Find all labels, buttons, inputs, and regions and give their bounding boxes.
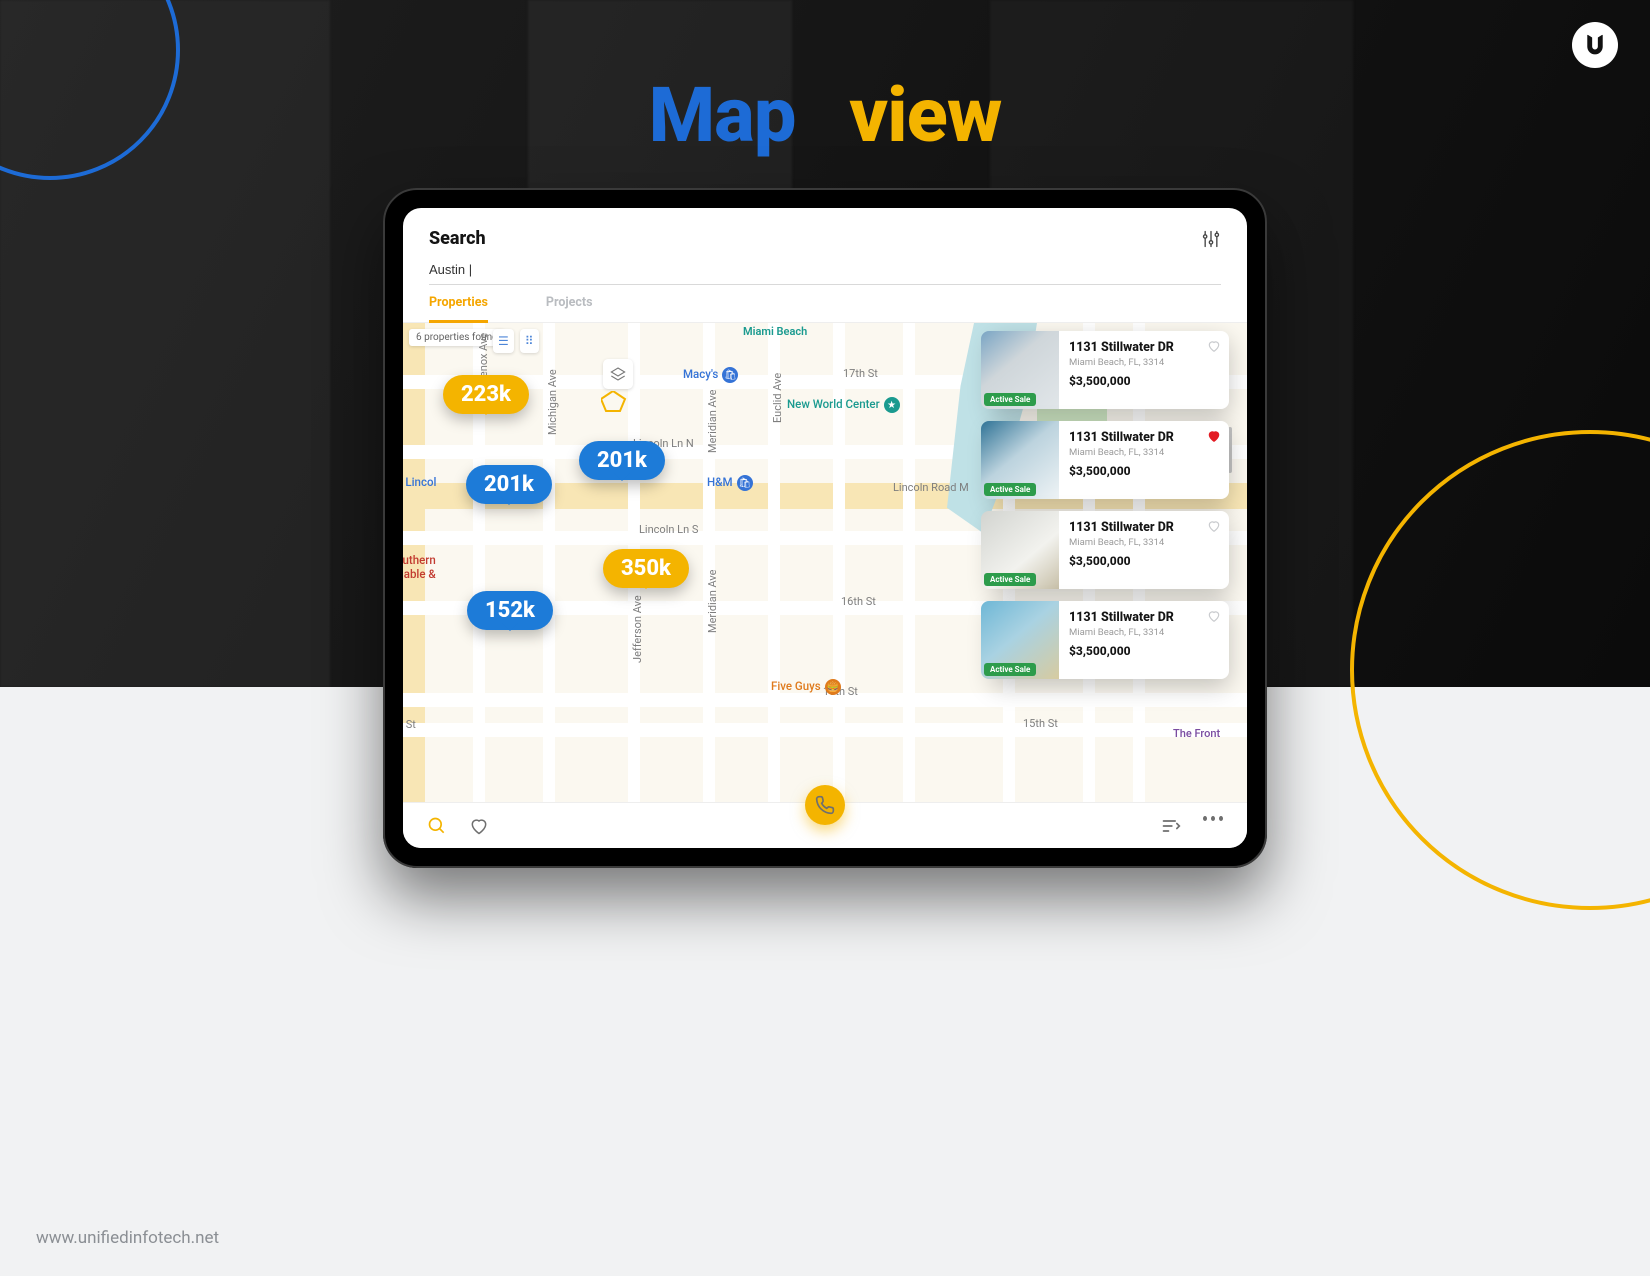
search-input[interactable] xyxy=(429,262,1221,277)
favorite-heart-icon[interactable] xyxy=(1207,609,1221,623)
map-label-15th-3: 15th St xyxy=(1023,717,1058,730)
map-layers-icon[interactable] xyxy=(603,359,633,389)
brand-logo xyxy=(1572,22,1618,68)
listing-price: $3,500,000 xyxy=(1069,644,1203,658)
road xyxy=(833,323,845,802)
listing-title: 1131 Stillwater DR xyxy=(1069,430,1203,445)
price-pin[interactable]: 201k xyxy=(579,441,665,480)
favorite-heart-icon[interactable] xyxy=(1207,519,1221,533)
listing-badge: Active Sale xyxy=(984,663,1036,676)
road xyxy=(903,323,915,802)
tab-projects[interactable]: Projects xyxy=(546,295,593,322)
map-label-michigan: Michigan Ave xyxy=(546,369,559,435)
listing-badge: Active Sale xyxy=(984,573,1036,586)
map-polygon-icon xyxy=(601,391,627,415)
map-label-euclid: Euclid Ave xyxy=(771,373,784,423)
price-pin[interactable]: 223k xyxy=(443,375,529,414)
price-pin[interactable]: 201k xyxy=(466,465,552,504)
map-poi-macys[interactable]: Macy's🛍 xyxy=(683,367,738,383)
price-pin[interactable]: 350k xyxy=(603,549,689,588)
listing-thumb: Active Sale xyxy=(981,331,1059,409)
listing-info: 1131 Stillwater DR Miami Beach, FL, 3314 $… xyxy=(1059,601,1229,679)
map-poi-five-guys[interactable]: Five Guys🍔 xyxy=(771,679,841,695)
listing-badge: Active Sale xyxy=(984,393,1036,406)
nav-sort-icon[interactable] xyxy=(1161,816,1181,836)
listing-thumb: Active Sale xyxy=(981,421,1059,499)
listing-title: 1131 Stillwater DR xyxy=(1069,340,1203,355)
map-label-lincoln-ln-s: Lincoln Ln S xyxy=(639,523,698,536)
listing-price: $3,500,000 xyxy=(1069,554,1203,568)
brand-logo-icon xyxy=(1582,32,1608,58)
tab-properties[interactable]: Properties xyxy=(429,295,488,323)
listing-info: 1131 Stillwater DR Miami Beach, FL, 3314 $… xyxy=(1059,511,1229,589)
listing-column: Active Sale1131 Stillwater DRMiami Beach… xyxy=(991,331,1235,679)
nav-favorites-icon[interactable] xyxy=(469,816,489,836)
map-label-front: The Front xyxy=(1173,727,1220,740)
map-label-lincoln-road: Lincoln Road M xyxy=(893,481,969,494)
listing-card[interactable]: Active Sale1131 Stillwater DRMiami Beach… xyxy=(991,331,1229,409)
filter-icon[interactable] xyxy=(1201,229,1221,249)
map-tool-grid-icon[interactable]: ⠿ xyxy=(520,329,539,353)
map-label-16th: 16th St xyxy=(841,595,876,608)
listing-info: 1131 Stillwater DR Miami Beach, FL, 3314 $… xyxy=(1059,421,1229,499)
tab-bar: Properties Projects xyxy=(403,285,1247,323)
app-screen: Search Properties Projects xyxy=(403,208,1247,848)
page-title: Map view xyxy=(0,70,1650,160)
nav-search-icon[interactable] xyxy=(427,816,447,836)
title-word-1: Map xyxy=(649,70,796,160)
map-poi-apple[interactable]: Apple Lincol xyxy=(403,475,436,489)
stage: Map view www.unifiedinfotech.net Search xyxy=(0,0,1650,1276)
listing-badge: Active Sale xyxy=(984,483,1036,496)
listing-subtitle: Miami Beach, FL, 3314 xyxy=(1069,627,1203,638)
listing-info: 1131 Stillwater DR Miami Beach, FL, 3314 $… xyxy=(1059,331,1229,409)
nav-more-icon[interactable] xyxy=(1203,816,1223,836)
map-poi-southern[interactable]: Southern able & xyxy=(403,553,436,581)
map-label-meridian-1: Meridian Ave xyxy=(706,389,719,453)
map-tool-group: ☰ ⠿ xyxy=(493,329,539,353)
map-label-meridian-2: Meridian Ave xyxy=(706,569,719,633)
listing-title: 1131 Stillwater DR xyxy=(1069,520,1203,535)
listing-card[interactable]: Active Sale1131 Stillwater DRMiami Beach… xyxy=(991,511,1229,589)
listing-title: 1131 Stillwater DR xyxy=(1069,610,1203,625)
listing-price: $3,500,000 xyxy=(1069,464,1203,478)
call-fab[interactable] xyxy=(805,785,845,825)
topbar: Search xyxy=(403,208,1247,249)
map-label-jefferson: Jefferson Ave xyxy=(631,595,644,663)
map-label-miami-beach: Miami Beach xyxy=(743,325,807,338)
search-heading: Search xyxy=(429,228,486,249)
footer-url: www.unifiedinfotech.net xyxy=(36,1228,219,1248)
map-label-15th-1: 15th St xyxy=(403,718,416,731)
listing-subtitle: Miami Beach, FL, 3314 xyxy=(1069,537,1203,548)
listing-subtitle: Miami Beach, FL, 3314 xyxy=(1069,357,1203,368)
price-pin[interactable]: 152k xyxy=(467,591,553,630)
tablet-frame: Search Properties Projects xyxy=(383,188,1267,868)
title-word-2: view xyxy=(849,70,1001,160)
map-canvas[interactable]: 6 properties found ☰ ⠿ Miami Beach 17th … xyxy=(403,323,1247,802)
map-poi-new-world[interactable]: New World Center★ xyxy=(787,397,900,413)
search-field-row xyxy=(429,259,1221,285)
map-tool-list-icon[interactable]: ☰ xyxy=(493,329,514,353)
road xyxy=(403,723,1247,737)
results-count-chip: 6 properties found xyxy=(409,329,505,346)
bottom-nav xyxy=(403,802,1247,848)
map-poi-hm[interactable]: H&M🛍 xyxy=(707,475,753,491)
phone-icon xyxy=(815,795,835,815)
listing-price: $3,500,000 xyxy=(1069,374,1203,388)
listing-card[interactable]: Active Sale1131 Stillwater DRMiami Beach… xyxy=(991,601,1229,679)
favorite-heart-icon[interactable] xyxy=(1207,429,1221,443)
listing-subtitle: Miami Beach, FL, 3314 xyxy=(1069,447,1203,458)
map-label-17th: 17th St xyxy=(843,367,878,380)
favorite-heart-icon[interactable] xyxy=(1207,339,1221,353)
listing-thumb: Active Sale xyxy=(981,601,1059,679)
listing-thumb: Active Sale xyxy=(981,511,1059,589)
listing-card[interactable]: Active Sale1131 Stillwater DRMiami Beach… xyxy=(991,421,1229,499)
